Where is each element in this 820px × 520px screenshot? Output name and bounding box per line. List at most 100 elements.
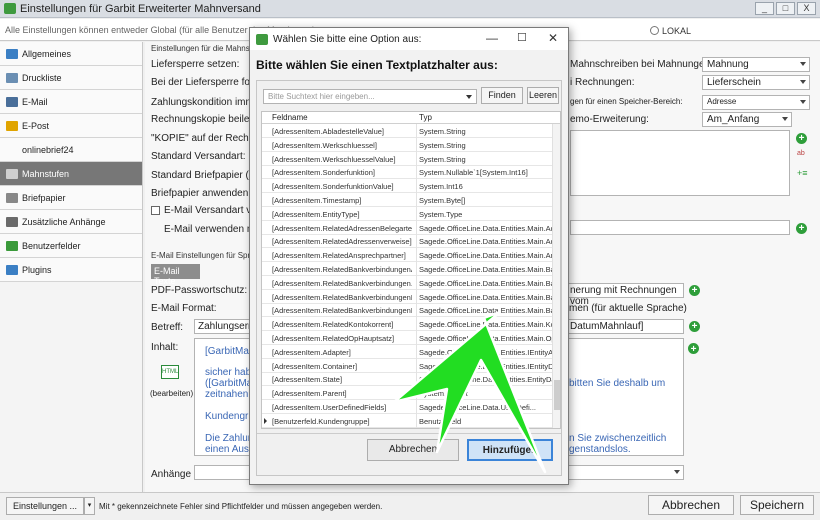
cell-feldname: [AdressenItem.RelatedBankverbindungenA]: [272, 265, 412, 274]
add-button[interactable]: Hinzufügen: [467, 439, 553, 461]
cancel-button[interactable]: Abbrechen: [648, 495, 734, 515]
sidebar-item-email[interactable]: E-Mail: [0, 90, 142, 114]
sidebar-item-plugins[interactable]: Plugins: [0, 258, 142, 282]
memo-list[interactable]: [570, 130, 790, 196]
content-line: ([GarbitMa: [205, 378, 253, 389]
email-field[interactable]: [570, 220, 790, 235]
cell-typ: Benutzerfeld: [419, 416, 462, 426]
table-row[interactable]: [AdressenItem.AbladestelleValue] System.S…: [262, 124, 554, 138]
table-row[interactable]: [AdressenItem.RelatedBankverbindungenL] S…: [262, 303, 554, 318]
sidebar-item-onlinebrief24[interactable]: onlinebrief24: [0, 138, 142, 162]
chevron-down-icon: [782, 117, 788, 121]
table-row[interactable]: [AdressenItem.RelatedBankverbindungenA] S…: [262, 262, 554, 276]
maximize-icon[interactable]: ☐: [517, 31, 527, 44]
add-icon[interactable]: +: [796, 223, 807, 234]
attachment-icon: [6, 216, 18, 227]
sidebar-item-benutzerfelder[interactable]: Benutzerfelder: [0, 234, 142, 258]
label-betreff: Betreff:: [151, 322, 184, 333]
table-row[interactable]: [AdressenItem.RelatedAnsprechpartner] Sag…: [262, 248, 554, 263]
close-button[interactable]: X: [797, 2, 816, 15]
label-liefersperre: Liefersperre setzen:: [151, 59, 240, 70]
combo-value: Lieferschein: [707, 77, 761, 88]
save-button[interactable]: Speichern: [740, 495, 814, 515]
cell-feldname: [AdressenItem.RelatedAnsprechpartner]: [272, 251, 406, 261]
label-briefpapier: Standard Briefpapier (als: [151, 170, 262, 181]
settings-icon: [6, 48, 18, 59]
rechnungen-vom-field[interactable]: nerung mit Rechnungen vom: [566, 283, 684, 307]
cell-typ: Sagede.OfficeLine.Data.Entities.Main.Op.…: [419, 334, 554, 343]
table-row[interactable]: [AdressenItem.RelatedBankverbindungenD] S…: [262, 289, 554, 304]
add-icon[interactable]: +: [689, 285, 700, 296]
table-row[interactable]: [AdressenItem.UserDefinedFields] Sagede.O…: [262, 400, 554, 414]
table-row[interactable]: [AdressenItem.Timestamp] System.Byte[]: [262, 193, 554, 207]
checkbox-email-versandart[interactable]: E-Mail Versandart ver: [151, 205, 260, 216]
sidebar-item-epost[interactable]: E-Post: [0, 114, 142, 138]
dialog-cancel-button[interactable]: Abbrechen: [367, 439, 459, 461]
list-add-icon[interactable]: +≡: [797, 168, 808, 178]
table-row[interactable]: [AdressenItem.Werkschluessel] System.Stri…: [262, 137, 554, 152]
table-row[interactable]: [AdressenItem.Adapter] Sagede.OfficeLine.…: [262, 344, 554, 359]
table-row[interactable]: [AdressenItem.RelatedOpHauptsatz] Sagede.…: [262, 331, 554, 345]
anhaenge-combo[interactable]: [566, 465, 684, 480]
settings-button[interactable]: Einstellungen ...: [6, 497, 84, 515]
combo-value: Mahnung: [707, 59, 749, 70]
add-icon[interactable]: +: [688, 343, 699, 355]
html-icon[interactable]: HTML: [161, 365, 179, 379]
table-row[interactable]: [Benutzerfeld.Kundengruppe] Benutzerfeld: [262, 413, 554, 428]
table-row[interactable]: [AdressenItem.Container] Sagede.OfficeLin…: [262, 358, 554, 373]
footer-note: Mit * gekennzeichnete Fehler sind Pflich…: [99, 502, 383, 511]
minimize-button[interactable]: _: [755, 2, 774, 15]
vertical-scrollbar[interactable]: [552, 124, 560, 428]
chevron-down-icon[interactable]: [466, 95, 472, 99]
mail-icon: [6, 96, 18, 107]
html-edit-link[interactable]: (bearbeiten): [150, 389, 193, 398]
sidebar-item-label: E-Mail: [22, 96, 48, 107]
sidebar-item-mahnstufen[interactable]: Mahnstufen: [0, 162, 142, 186]
combo-speicher[interactable]: Adresse: [702, 95, 810, 110]
close-icon[interactable]: ✕: [548, 31, 558, 45]
table-row[interactable]: [AdressenItem.RelatedKontokorrent] Sagede…: [262, 317, 554, 332]
cell-typ: System.Int16: [419, 182, 463, 192]
table-row[interactable]: [AdressenItem.RelatedAdressenBelegarte..…: [262, 220, 554, 235]
cell-typ: Sagede.OfficeLine.Data.Entities.Main.Adr…: [419, 237, 554, 247]
sidebar-item-druckliste[interactable]: Druckliste: [0, 66, 142, 90]
combo-rechnungen[interactable]: Lieferschein: [702, 75, 810, 90]
find-button[interactable]: Finden: [481, 87, 523, 104]
anhaenge-left-combo[interactable]: [194, 465, 254, 480]
sidebar-item-allgemeines[interactable]: Allgemeines: [0, 42, 142, 66]
cell-typ: Sagede.OfficeLine.Data.Entities.Main.Kon…: [419, 320, 554, 330]
column-header-typ[interactable]: Typ: [419, 113, 432, 122]
chevron-down-icon[interactable]: ▾: [84, 497, 95, 515]
minimize-icon[interactable]: —: [486, 31, 498, 45]
add-icon[interactable]: +: [689, 321, 700, 332]
dialog-titlebar: Wählen Sie bitte eine Option aus: — ☐ ✕: [250, 28, 568, 50]
table-row[interactable]: [AdressenItem.RelatedBankverbindungen...…: [262, 275, 554, 290]
table-row[interactable]: [AdressenItem.SonderfunktionValue] System…: [262, 179, 554, 194]
column-header-feldname[interactable]: Feldname: [272, 113, 308, 122]
label-inhalt: Inhalt:: [151, 342, 179, 353]
spellcheck-icon[interactable]: ab: [797, 150, 805, 157]
maximize-button[interactable]: □: [776, 2, 795, 15]
search-input[interactable]: Bitte Suchtext hier eingeben...: [263, 89, 477, 104]
table-row[interactable]: [AdressenItem.State] Sagede.OfficeLine.Da…: [262, 372, 554, 387]
cell-typ: System.Object: [419, 389, 468, 399]
sidebar-item-anhaenge[interactable]: Zusätzliche Anhänge: [0, 210, 142, 234]
table-row[interactable]: [AdressenItem.RelatedAdressenverweise] Sa…: [262, 234, 554, 249]
combo-mahnschreiben[interactable]: Mahnung: [702, 57, 810, 72]
table-row[interactable]: [AdressenItem.Parent] System.Object: [262, 386, 554, 401]
sidebar-item-briefpapier[interactable]: Briefpapier: [0, 186, 142, 210]
sidebar: Allgemeines Druckliste E-Mail E-Post onl…: [0, 42, 143, 492]
betreff-input[interactable]: Zahlungserrin: [194, 319, 259, 334]
table-row[interactable]: [AdressenItem.Sonderfunktion] System.Null…: [262, 165, 554, 180]
content-right-line: genstandslos.: [569, 444, 631, 455]
table-row[interactable]: [AdressenItem.EntityType] System.Type: [262, 206, 554, 221]
table-row[interactable]: [AdressenItem.WerkschluesselValue] System…: [262, 151, 554, 166]
tab-email-texte[interactable]: E-Mail Texte: [151, 264, 200, 286]
combo-memo[interactable]: Am_Anfang: [702, 112, 792, 127]
cell-typ: System.Byte[]: [419, 196, 466, 205]
scroll-thumb[interactable]: [554, 380, 560, 410]
add-icon[interactable]: +: [796, 133, 807, 144]
sidebar-item-label: E-Post: [22, 120, 50, 131]
betreff-right-field[interactable]: DatumMahnlauf]: [566, 319, 684, 334]
clear-button[interactable]: Leeren: [527, 87, 559, 104]
